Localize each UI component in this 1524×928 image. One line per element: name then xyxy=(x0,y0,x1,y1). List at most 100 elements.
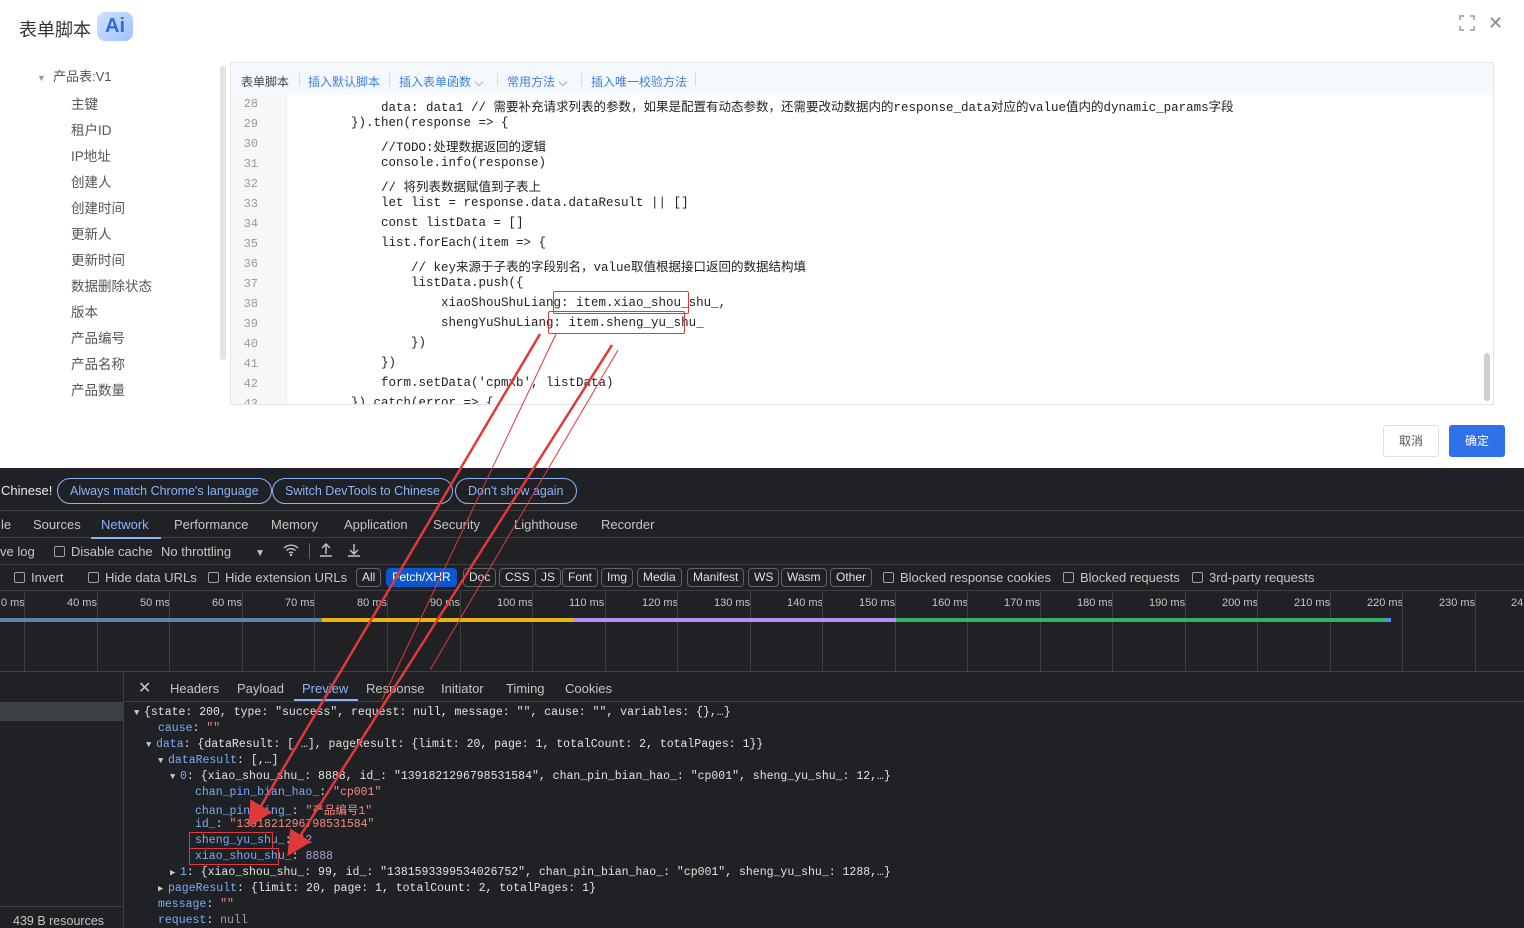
code-line[interactable]: }) xyxy=(291,356,396,370)
preview-root-row[interactable]: ▼ {state: 200, type: "success", request: … xyxy=(134,706,731,719)
blocked-requests-checkbox[interactable]: Blocked requests xyxy=(1063,570,1180,585)
tab-memory[interactable]: Memory xyxy=(271,517,318,532)
tab-initiator[interactable]: Initiator xyxy=(441,681,484,696)
insert-form-function-dropdown[interactable]: 插入表单函数 ⌵ xyxy=(399,73,483,90)
preview-row[interactable]: ▶ 1: {xiao_shou_shu_: 99, id_: "138159339… xyxy=(170,866,891,879)
filter-wasm[interactable]: Wasm xyxy=(781,568,827,587)
tree-item[interactable]: 版本 xyxy=(71,301,98,321)
tree-item[interactable]: 产品数量 xyxy=(71,379,125,399)
export-har-icon[interactable] xyxy=(347,542,361,561)
triangle-down-icon[interactable]: ▼ xyxy=(146,740,156,750)
tree-item[interactable]: 创建时间 xyxy=(71,197,125,217)
tab-elements[interactable]: le xyxy=(1,517,11,532)
filter-js[interactable]: JS xyxy=(535,568,562,587)
tree-item[interactable]: 数据删除状态 xyxy=(71,275,152,295)
filter-img[interactable]: Img xyxy=(601,568,634,587)
invert-checkbox[interactable]: Invert xyxy=(14,570,64,585)
filter-font[interactable]: Font xyxy=(562,568,599,587)
close-icon[interactable]: ✕ xyxy=(138,678,151,698)
cancel-button[interactable]: 取消 xyxy=(1383,425,1439,457)
preview-row[interactable]: ▼ dataResult: [,…] xyxy=(158,754,278,767)
tab-response[interactable]: Response xyxy=(366,681,425,696)
filter-other[interactable]: Other xyxy=(830,568,873,587)
code-line[interactable]: // 将列表数据赋值到子表上 xyxy=(291,176,541,195)
filter-doc[interactable]: Doc xyxy=(463,568,497,587)
preview-row[interactable]: message: "" xyxy=(158,898,234,911)
tab-lighthouse[interactable]: Lighthouse xyxy=(514,517,578,532)
triangle-down-icon[interactable]: ▼ xyxy=(134,708,144,718)
code-line[interactable]: }).catch(error => { xyxy=(291,396,494,404)
tab-timing[interactable]: Timing xyxy=(506,681,545,696)
code-line[interactable]: console.info(response) xyxy=(291,156,546,170)
tree-item[interactable]: 产品编号 xyxy=(71,327,125,347)
common-methods-dropdown[interactable]: 常用方法 ⌵ xyxy=(507,73,567,90)
insert-unique-check-button[interactable]: 插入唯一校验方法 xyxy=(591,73,687,90)
wifi-icon[interactable] xyxy=(282,541,300,562)
tree-item[interactable]: 更新人 xyxy=(71,223,112,243)
tab-application[interactable]: Application xyxy=(344,517,408,532)
tab-network[interactable]: Network xyxy=(101,517,149,532)
tree-item[interactable]: 产品名称 xyxy=(71,353,125,373)
ai-logo-icon[interactable]: Ai xyxy=(97,12,133,41)
preview-row[interactable]: ▶ pageResult: {limit: 20, page: 1, totalC… xyxy=(158,882,596,895)
tree-item[interactable]: 租户ID xyxy=(71,119,112,139)
throttling-select[interactable]: No throttling ▼ xyxy=(161,544,265,559)
network-overview-timeline[interactable]: 0 ms 40 ms 50 ms 60 ms 70 ms 80 ms 90 ms… xyxy=(0,591,1524,672)
selected-request-row[interactable] xyxy=(0,702,124,721)
tab-sources[interactable]: Sources xyxy=(33,517,81,532)
code-line[interactable]: form.setData('cpmxb', listData) xyxy=(291,376,614,390)
confirm-button[interactable]: 确定 xyxy=(1449,425,1505,457)
tab-security[interactable]: Security xyxy=(433,517,480,532)
code-line[interactable]: const listData = [] xyxy=(291,216,524,230)
disable-cache-checkbox[interactable]: Disable cache xyxy=(54,544,153,559)
tab-cookies[interactable]: Cookies xyxy=(565,681,612,696)
triangle-down-icon[interactable]: ▼ xyxy=(158,756,168,766)
filter-fetch-xhr[interactable]: Fetch/XHR xyxy=(386,568,457,587)
editor-scrollbar[interactable] xyxy=(1484,353,1490,401)
filter-ws[interactable]: WS xyxy=(748,568,780,587)
triangle-right-icon[interactable]: ▶ xyxy=(170,868,180,878)
triangle-down-icon[interactable]: ▼ xyxy=(170,772,180,782)
preview-row[interactable]: chan_pin_bian_hao_: "cp001" xyxy=(195,786,381,799)
code-line[interactable]: //TODO:处理数据返回的逻辑 xyxy=(291,136,546,155)
tree-root-node[interactable]: ▼ 产品表:V1 xyxy=(37,66,112,85)
insert-default-script-button[interactable]: 插入默认脚本 xyxy=(308,73,380,90)
code-editor[interactable]: 表单脚本 插入默认脚本 插入表单函数 ⌵ 常用方法 ⌵ 插入唯一校验方法 28 … xyxy=(230,62,1494,405)
hide-extension-urls-checkbox[interactable]: Hide extension URLs xyxy=(208,570,347,585)
tab-headers[interactable]: Headers xyxy=(170,681,219,696)
preview-row[interactable]: cause: "" xyxy=(158,722,220,735)
hide-data-urls-checkbox[interactable]: Hide data URLs xyxy=(88,570,197,585)
tab-recorder[interactable]: Recorder xyxy=(601,517,654,532)
code-line[interactable]: // key来源于子表的字段别名，value取值根据接口返回的数据结构填 xyxy=(291,256,806,275)
tree-item[interactable]: 更新时间 xyxy=(71,249,125,269)
always-match-language-button[interactable]: Always match Chrome's language xyxy=(57,478,272,504)
third-party-checkbox[interactable]: 3rd-party requests xyxy=(1192,570,1315,585)
tree-item[interactable]: 主键 xyxy=(71,93,98,113)
tab-payload[interactable]: Payload xyxy=(237,681,284,696)
blocked-cookies-checkbox[interactable]: Blocked response cookies xyxy=(883,570,1051,585)
caret-down-icon[interactable]: ▼ xyxy=(37,73,47,83)
close-icon[interactable]: ✕ xyxy=(1488,13,1503,34)
import-har-icon[interactable] xyxy=(319,542,333,561)
filter-media[interactable]: Media xyxy=(637,568,682,587)
filter-css[interactable]: CSS xyxy=(499,568,536,587)
filter-all[interactable]: All xyxy=(356,568,382,587)
tab-performance[interactable]: Performance xyxy=(174,517,248,532)
code-line[interactable]: }).then(response => { xyxy=(291,116,509,130)
filter-manifest[interactable]: Manifest xyxy=(687,568,745,587)
preview-row[interactable]: request: null xyxy=(158,914,248,927)
triangle-right-icon[interactable]: ▶ xyxy=(158,884,168,894)
code-line[interactable]: }) xyxy=(291,336,426,350)
code-line[interactable]: let list = response.data.dataResult || [… xyxy=(291,196,689,210)
tree-scrollbar[interactable] xyxy=(220,66,226,360)
tree-item[interactable]: 创建人 xyxy=(71,171,112,191)
code-line[interactable]: data: data1 // 需要补充请求列表的参数，如果是配置有动态参数，还需… xyxy=(291,96,1234,115)
preview-row[interactable]: id_: "1391821296798531584" xyxy=(195,818,374,831)
code-line[interactable]: listData.push({ xyxy=(291,276,524,290)
fullscreen-icon[interactable] xyxy=(1459,15,1475,31)
preview-row[interactable]: ▼ data: {dataResult: [,…], pageResult: {l… xyxy=(146,738,763,751)
dont-show-again-button[interactable]: Don't show again xyxy=(455,478,577,504)
preview-row[interactable]: ▼ 0: {xiao_shou_shu_: 8888, id_: "1391821… xyxy=(170,770,891,783)
preview-row[interactable]: chan_pin_ming_: "产品编号1" xyxy=(195,802,372,818)
preserve-log-label[interactable]: ve log xyxy=(0,544,35,559)
